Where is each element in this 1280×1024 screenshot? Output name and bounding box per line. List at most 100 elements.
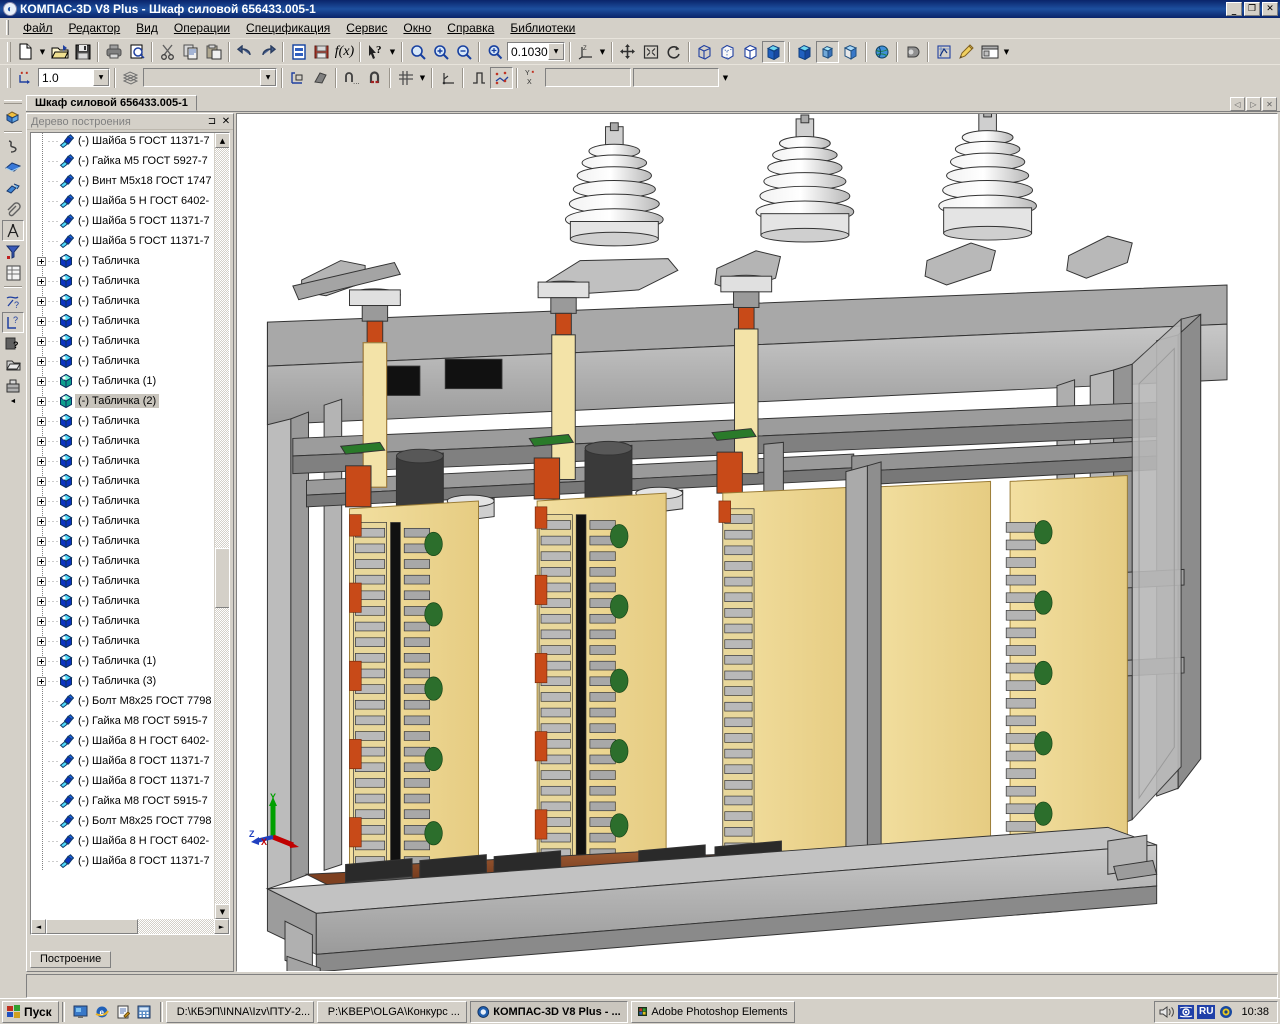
tree-expander[interactable] [37,476,46,486]
tree-expander[interactable] [37,576,46,586]
help-dimension-button[interactable]: ? [2,312,24,333]
open-document-button[interactable] [48,40,71,63]
paste-button[interactable] [202,40,225,63]
close-button[interactable]: ✕ [1262,2,1278,16]
tree-item[interactable]: (-) Шайба 8 Н ГОСТ 6402- [31,731,214,751]
specification-button[interactable] [310,40,333,63]
grid-button[interactable] [394,66,417,89]
tree-item[interactable]: (-) Табличка (2) [31,391,214,411]
spline-curve-button[interactable] [2,136,24,157]
zoom-scale-value[interactable]: 0.1030 [508,45,548,59]
new-document-button[interactable] [14,40,37,63]
snaps-points-button[interactable] [490,66,513,89]
model-viewport[interactable]: Y X Z [236,113,1278,972]
layers-window-dropdown[interactable]: ▼ [1001,41,1012,63]
current-step-button[interactable] [14,66,37,89]
tree-item[interactable]: (-) Табличка [31,431,214,451]
help-pointer-button[interactable]: ? [2,291,24,312]
tree-expander[interactable] [37,316,46,326]
tree-item[interactable]: (-) Табличка [31,291,214,311]
tree-expander[interactable] [37,396,46,406]
snap-question-button[interactable]: ... [340,66,363,89]
minimize-button[interactable]: _ [1226,2,1242,16]
orientation-dropdown[interactable]: ▼ [597,41,608,63]
design-tree-view[interactable]: (-) Шайба 5 ГОСТ 11371-7 (-) Гайка М5 ГО… [30,132,230,935]
tree-expander[interactable] [37,616,46,626]
menu-file[interactable]: Файл [15,19,61,37]
tree-expander[interactable] [37,656,46,666]
shaded-with-edges-button[interactable] [762,40,785,63]
sketch-button[interactable] [932,40,955,63]
step-curve-button[interactable] [467,66,490,89]
filter-button[interactable] [2,241,24,262]
taskbar-item-3[interactable]: Adobe Photoshop Elements [630,1000,795,1023]
mdi-next-button[interactable]: ▷ [1246,97,1261,111]
extra-combo[interactable] [633,68,719,87]
tree-item[interactable]: (-) Табличка (1) [31,371,214,391]
tree-item[interactable]: (-) Гайка М8 ГОСТ 5915-7 [31,711,214,731]
tree-expander[interactable] [37,596,46,606]
hscroll-track[interactable] [46,919,214,934]
tree-item[interactable]: (-) Табличка (3) [31,671,214,691]
zoom-scale-combo[interactable]: 0.1030 ▼ [507,42,565,61]
layers-stack-button[interactable] [119,66,142,89]
taskbar-item-0[interactable]: D:\КБЭП\INNA\Izv\ПТУ-2... [165,1000,314,1023]
tree-item[interactable]: (-) Табличка [31,571,214,591]
snap-magnet-button[interactable] [363,66,386,89]
pin-icon[interactable]: ⊐ [205,116,219,127]
tree-item[interactable]: (-) Шайба 5 Н ГОСТ 6402- [31,191,214,211]
tree-item[interactable]: (-) Табличка [31,311,214,331]
notepad-icon[interactable] [113,1002,133,1022]
section-cube-button[interactable] [839,40,862,63]
tree-item[interactable]: (-) Винт М5x18 ГОСТ 1747 [31,171,214,191]
tree-horizontal-scrollbar[interactable]: ◄ ► [31,919,229,934]
tree-item[interactable]: (-) Шайба 8 ГОСТ 11371-7 [31,771,214,791]
print-preview-button[interactable] [125,40,148,63]
menu-grip[interactable] [6,20,9,35]
taskbar-item-2[interactable]: КОМПАС-3D V8 Plus - ... [469,1000,628,1023]
tree-item[interactable]: (-) Шайба 8 ГОСТ 11371-7 [31,851,214,871]
save-document-button[interactable] [71,40,94,63]
variables-button[interactable]: f(x) [333,40,356,63]
mdi-close-button[interactable]: ✕ [1262,97,1277,111]
tree-expander[interactable] [37,556,46,566]
menu-service[interactable]: Сервис [338,19,395,37]
assembly-button[interactable] [2,375,24,396]
tree-expander[interactable] [37,276,46,286]
menu-operations[interactable]: Операции [166,19,238,37]
tree-item[interactable]: (-) Болт М8x25 ГОСТ 7798 [31,691,214,711]
style-combo[interactable] [545,68,631,87]
tree-vertical-scrollbar[interactable]: ▲ ▼ [214,133,229,919]
compact-panel-button[interactable] [2,107,24,128]
desktop-icon[interactable] [71,1002,91,1022]
chevron-down-icon[interactable]: ▼ [260,69,276,86]
scroll-down-button[interactable]: ▼ [215,904,229,919]
restricted-snaps-button[interactable]: YX [521,66,544,89]
paint-pen-button[interactable] [955,40,978,63]
new-document-dropdown[interactable]: ▼ [37,41,48,63]
tree-item[interactable]: (-) Табличка [31,631,214,651]
tree-expander[interactable] [37,356,46,366]
calculator-icon[interactable] [134,1002,154,1022]
compass-measure-button[interactable] [2,220,24,241]
tree-item[interactable]: (-) Гайка М8 ГОСТ 5915-7 [31,791,214,811]
tree-item[interactable]: (-) Табличка (1) [31,651,214,671]
lang-ru-icon[interactable]: RU [1197,1004,1216,1019]
tree-item[interactable]: (-) Табличка [31,531,214,551]
tree-item[interactable]: (-) Табличка [31,551,214,571]
tree-item[interactable]: (-) Табличка [31,511,214,531]
light-source-button[interactable] [901,40,924,63]
context-help-button[interactable]: ? [364,40,387,63]
mdi-prev-button[interactable]: ◁ [1230,97,1245,111]
tree-item[interactable]: (-) Табличка [31,331,214,351]
tree-expander[interactable] [37,636,46,646]
restore-button[interactable]: ❐ [1244,2,1260,16]
tree-expander[interactable] [37,676,46,686]
tree-expander[interactable] [37,416,46,426]
scroll-right-button[interactable]: ► [214,919,229,934]
ie-icon[interactable]: e [92,1002,112,1022]
cad-model-3d[interactable] [237,114,1277,971]
menu-specification[interactable]: Спецификация [238,19,338,37]
tree-item[interactable]: (-) Табличка [31,251,214,271]
tree-expander[interactable] [37,336,46,346]
